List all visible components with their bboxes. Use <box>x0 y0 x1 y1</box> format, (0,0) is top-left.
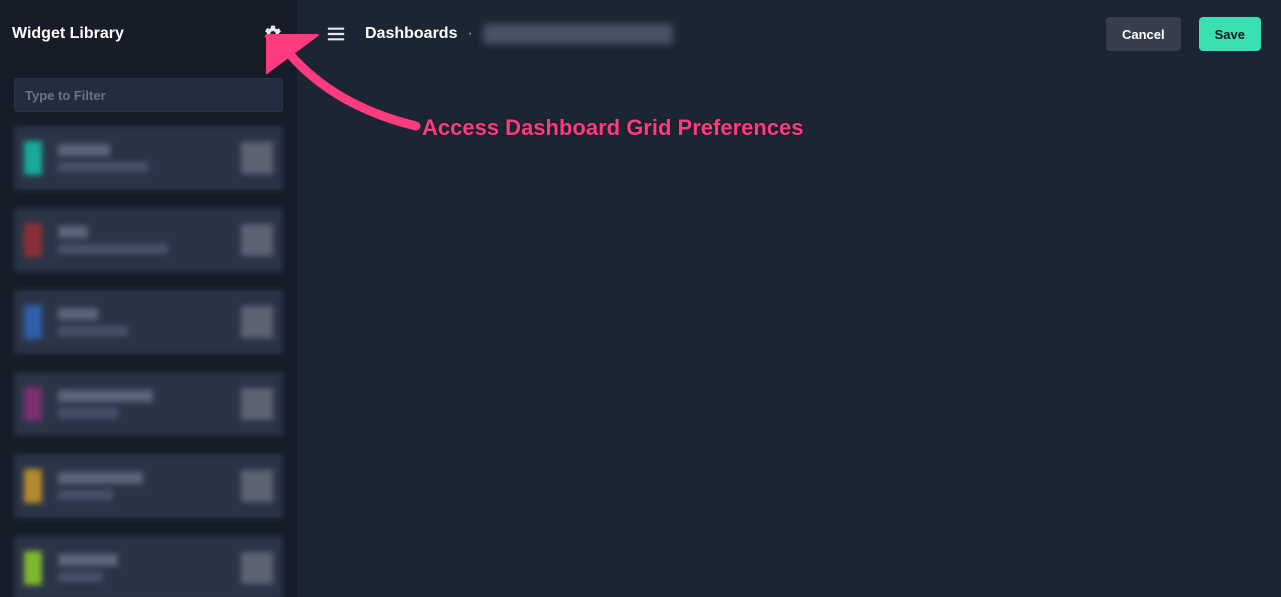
annotation-text: Access Dashboard Grid Preferences <box>422 115 804 141</box>
widget-list-item[interactable] <box>14 454 283 518</box>
widget-thumbnail <box>241 224 273 256</box>
widget-library-sidebar: Widget Library <box>0 0 297 597</box>
cancel-button[interactable]: Cancel <box>1106 17 1181 51</box>
widget-list-item[interactable] <box>14 372 283 436</box>
widget-thumbnail <box>241 306 273 338</box>
widget-color-swatch <box>24 469 42 503</box>
breadcrumb: Dashboards · <box>365 24 673 44</box>
widget-list-item[interactable] <box>14 126 283 190</box>
breadcrumb-separator: · <box>467 25 472 43</box>
widget-list-item[interactable] <box>14 208 283 272</box>
sidebar-header: Widget Library <box>0 0 297 68</box>
widget-color-swatch <box>24 223 42 257</box>
widget-text <box>58 144 229 172</box>
breadcrumb-current-redacted <box>483 24 673 44</box>
widget-thumbnail <box>241 470 273 502</box>
widget-text <box>58 226 229 254</box>
save-button[interactable]: Save <box>1199 17 1261 51</box>
filter-wrap <box>0 68 297 122</box>
widget-color-swatch <box>24 551 42 585</box>
widget-color-swatch <box>24 141 42 175</box>
topbar: Dashboards · Cancel Save <box>297 0 1281 68</box>
widget-text <box>58 472 229 500</box>
widget-text <box>58 554 229 582</box>
dashboard-editor: Dashboards · Cancel Save <box>297 0 1281 597</box>
widget-color-swatch <box>24 305 42 339</box>
widget-list-item[interactable] <box>14 536 283 597</box>
breadcrumb-root[interactable]: Dashboards <box>365 25 457 43</box>
hamburger-icon[interactable] <box>325 23 347 45</box>
sidebar-title: Widget Library <box>12 25 124 43</box>
widget-thumbnail <box>241 142 273 174</box>
widget-thumbnail <box>241 388 273 420</box>
gear-icon[interactable] <box>263 24 283 44</box>
widget-list <box>0 122 297 597</box>
widget-text <box>58 390 229 418</box>
dashboard-grid-canvas[interactable] <box>297 68 1263 597</box>
widget-color-swatch <box>24 387 42 421</box>
widget-text <box>58 308 229 336</box>
filter-input[interactable] <box>14 78 283 112</box>
widget-list-item[interactable] <box>14 290 283 354</box>
widget-thumbnail <box>241 552 273 584</box>
